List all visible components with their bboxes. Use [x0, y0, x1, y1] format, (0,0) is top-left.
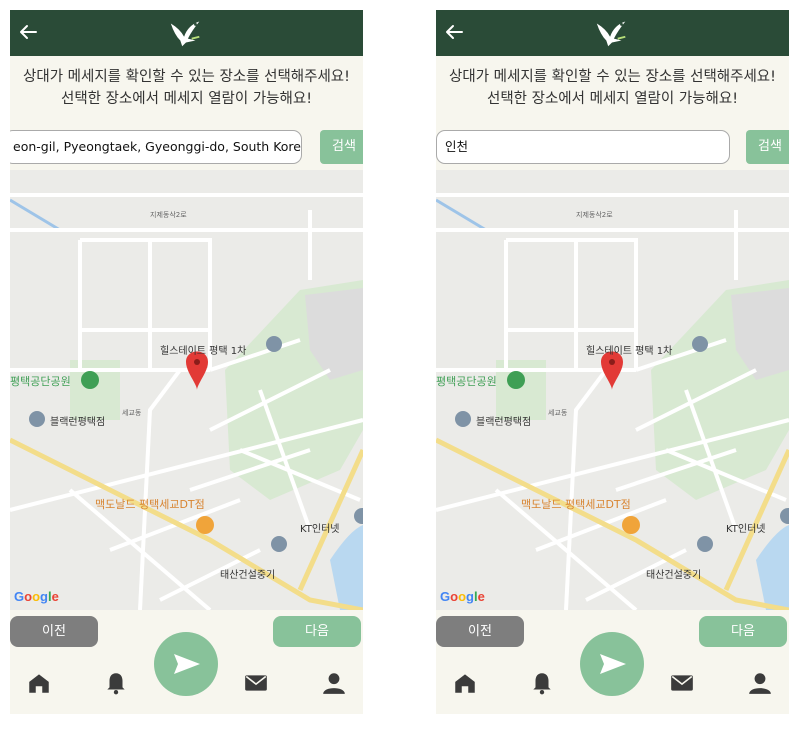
map-label-hills: 힐스테이트 평택 1차: [160, 346, 247, 357]
send-icon: [174, 654, 200, 674]
map-label-taesan: 태산건설중기: [220, 570, 276, 581]
map-label-kt: KT인터넷: [300, 524, 340, 535]
top-bar: [436, 10, 789, 56]
back-arrow-icon[interactable]: [16, 20, 40, 44]
map-label-park: 평택공단공원: [10, 375, 71, 388]
map-label-mcd: 맥도날드 평택세교DT점: [521, 498, 631, 511]
bird-logo-icon: [596, 21, 626, 47]
user-icon[interactable]: [321, 670, 347, 696]
back-arrow-icon[interactable]: [442, 20, 466, 44]
next-button[interactable]: 다음: [699, 616, 787, 647]
map-label-road: 지제동삭2로: [150, 211, 187, 219]
map-label-blackran: 블랙런평택점: [50, 417, 106, 428]
location-search-input[interactable]: eon-gil, Pyeongtaek, Gyeonggi-do, South …: [10, 130, 302, 164]
top-bar: [10, 10, 363, 56]
map-label-taesan: 태산건설중기: [646, 570, 702, 581]
instruction-line-2: 선택한 장소에서 메세지 열람이 가능해요!: [486, 91, 739, 107]
instruction-text: 상대가 메세지를 확인할 수 있는 장소를 선택해주세요! 선택한 장소에서 메…: [436, 66, 789, 110]
send-button[interactable]: [154, 632, 218, 696]
map-view[interactable]: 평택공단공원 힐스테이트 평택 1차 블랙런평택점 맥도날드 평택세교DT점 K…: [436, 170, 789, 610]
map-label-hills: 힐스테이트 평택 1차: [586, 346, 673, 357]
prev-button[interactable]: 이전: [436, 616, 524, 647]
user-icon[interactable]: [747, 670, 773, 696]
instruction-line-1: 상대가 메세지를 확인할 수 있는 장소를 선택해주세요!: [23, 69, 350, 85]
send-button[interactable]: [580, 632, 644, 696]
map-label-sekyo: 세교동: [548, 409, 568, 417]
screen-1: 상대가 메세지를 확인할 수 있는 장소를 선택해주세요! 선택한 장소에서 메…: [10, 10, 363, 714]
home-icon[interactable]: [452, 670, 478, 696]
google-logo: Google: [14, 589, 59, 604]
map-label-road: 지제동삭2로: [576, 211, 613, 219]
map-label-mcd: 맥도날드 평택세교DT점: [95, 498, 205, 511]
mail-icon[interactable]: [669, 670, 695, 696]
next-button[interactable]: 다음: [273, 616, 361, 647]
send-icon: [600, 654, 626, 674]
search-button[interactable]: 검색: [746, 130, 789, 164]
map-roads: [10, 170, 363, 610]
map-roads: [436, 170, 789, 610]
map-label-park: 평택공단공원: [436, 375, 497, 388]
location-search-input[interactable]: 인천: [436, 130, 730, 164]
map-view[interactable]: 평택공단공원 힐스테이트 평택 1차 블랙런평택점 맥도날드 평택세교DT점 K…: [10, 170, 363, 610]
home-icon[interactable]: [26, 670, 52, 696]
search-button[interactable]: 검색: [320, 130, 363, 164]
prev-button[interactable]: 이전: [10, 616, 98, 647]
mail-icon[interactable]: [243, 670, 269, 696]
bird-logo-icon: [170, 21, 200, 47]
bell-icon[interactable]: [103, 670, 129, 696]
instruction-line-2: 선택한 장소에서 메세지 열람이 가능해요!: [60, 91, 313, 107]
google-logo: Google: [440, 589, 485, 604]
map-label-blackran: 블랙런평택점: [476, 417, 532, 428]
map-label-kt: KT인터넷: [726, 524, 766, 535]
instruction-line-1: 상대가 메세지를 확인할 수 있는 장소를 선택해주세요!: [449, 69, 776, 85]
instruction-text: 상대가 메세지를 확인할 수 있는 장소를 선택해주세요! 선택한 장소에서 메…: [10, 66, 363, 110]
map-label-sekyo: 세교동: [122, 409, 142, 417]
bell-icon[interactable]: [529, 670, 555, 696]
screen-2: 상대가 메세지를 확인할 수 있는 장소를 선택해주세요! 선택한 장소에서 메…: [436, 10, 789, 714]
